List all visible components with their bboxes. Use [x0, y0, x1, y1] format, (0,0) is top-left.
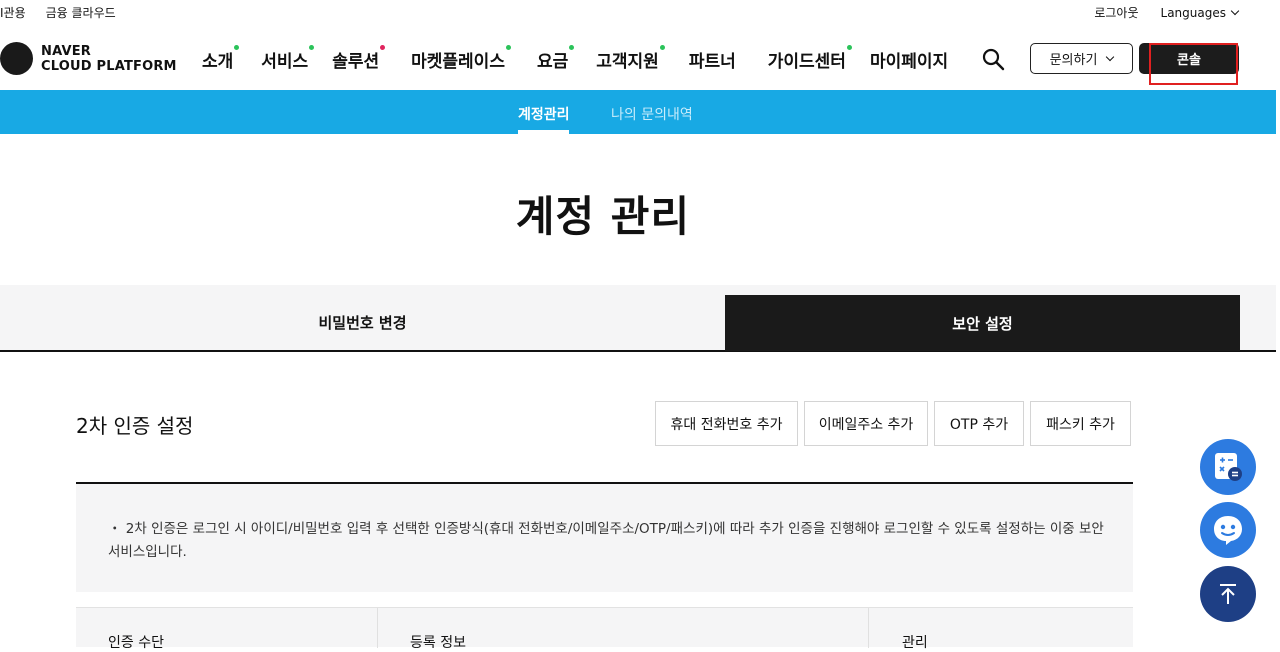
languages-label: Languages: [1160, 5, 1226, 20]
column-divider: [377, 608, 378, 648]
menu-item-label: 마이페이지: [869, 52, 949, 72]
new-dot-icon: [505, 45, 511, 50]
global-nav: NAVER CLOUD PLATFORM 소개 서비스 솔루션 마켓플레이스 요…: [0, 24, 1280, 90]
menu-item-pricing[interactable]: 요금: [536, 45, 575, 72]
inquiry-dropdown-button[interactable]: 문의하기: [1030, 43, 1133, 74]
tab-security-settings[interactable]: 보안 설정: [725, 295, 1240, 351]
chatbot-icon: [1214, 516, 1242, 545]
brand-logo[interactable]: NAVER CLOUD PLATFORM: [0, 42, 177, 75]
main-menu: 소개 서비스 솔루션 마켓플레이스 요금 고객지원 파트너 가이드센터 마이페이…: [202, 45, 948, 72]
menu-item-label: 서비스: [261, 52, 309, 72]
tab-password-change[interactable]: 비밀번호 변경: [0, 295, 725, 350]
column-divider: [868, 608, 869, 648]
logo-line2: CLOUD PLATFORM: [41, 58, 177, 74]
console-button[interactable]: 콘솔: [1139, 43, 1239, 74]
column-manage: 관리: [902, 635, 928, 651]
logo-wordmark: NAVER CLOUD PLATFORM: [41, 44, 177, 74]
menu-item-label: 파트너: [688, 52, 736, 72]
console-label: 콘솔: [1177, 53, 1201, 68]
public-cloud-link[interactable]: I관용: [0, 4, 26, 21]
menu-item-label: 소개: [202, 52, 234, 72]
menu-item-guide[interactable]: 가이드센터: [767, 45, 852, 72]
info-notice: ・ 2차 인증은 로그인 시 아이디/비밀번호 입력 후 선택한 인증방식(휴대…: [76, 482, 1133, 592]
menu-item-label: 요금: [536, 52, 569, 72]
info-text: 2차 인증은 로그인 시 아이디/비밀번호 입력 후 선택한 인증방식(휴대 전…: [108, 521, 1104, 560]
column-auth-method: 인증 수단: [108, 635, 164, 651]
chevron-down-icon: [1230, 6, 1240, 15]
column-registration-info: 등록 정보: [410, 635, 466, 651]
utility-left-links: I관용 금융 클라우드: [0, 4, 116, 21]
menu-item-label: 솔루션: [332, 52, 380, 72]
scroll-to-top-button[interactable]: [1200, 566, 1256, 622]
sub-nav: 계정관리 나의 문의내역: [0, 90, 1276, 134]
logo-line1: NAVER: [41, 43, 92, 59]
languages-dropdown[interactable]: Languages: [1160, 5, 1240, 20]
logout-link[interactable]: 로그아웃: [1094, 4, 1138, 21]
menu-item-label: 가이드센터: [767, 52, 846, 72]
menu-item-partners[interactable]: 파트너: [689, 47, 736, 72]
menu-item-label: 마켓플레이스: [411, 52, 505, 72]
menu-item-label: 고객지원: [596, 52, 659, 72]
logo-mark-icon: [0, 42, 33, 75]
add-passkey-button[interactable]: 패스키 추가: [1030, 401, 1131, 446]
new-dot-icon: [234, 45, 240, 50]
arrow-up-icon: [1220, 584, 1236, 604]
tab-my-inquiries[interactable]: 나의 문의내역: [611, 104, 693, 124]
add-otp-button[interactable]: OTP 추가: [934, 401, 1024, 446]
utility-right-links: 로그아웃 Languages: [1094, 4, 1240, 21]
chevron-down-icon: [1106, 52, 1115, 62]
page-title: 계정 관리: [515, 192, 691, 241]
inquiry-label: 문의하기: [1049, 53, 1098, 68]
menu-item-marketplace[interactable]: 마켓플레이스: [411, 45, 511, 72]
calculator-icon: [1215, 453, 1242, 481]
pricing-calculator-button[interactable]: [1200, 439, 1256, 495]
add-phone-button[interactable]: 휴대 전화번호 추가: [655, 401, 798, 446]
section-title: 2차 인증 설정: [76, 414, 194, 438]
tab-account-management[interactable]: 계정관리: [518, 104, 570, 124]
account-tabs: 비밀번호 변경 보안 설정: [0, 285, 1276, 352]
active-tab-underline: [518, 130, 569, 134]
new-dot-icon: [659, 45, 665, 50]
auth-table-header: 인증 수단 등록 정보 관리: [76, 607, 1133, 651]
finance-cloud-link[interactable]: 금융 클라우드: [46, 4, 116, 21]
menu-item-mypage[interactable]: 마이페이지: [870, 47, 948, 72]
new-dot-icon: [846, 45, 852, 50]
menu-item-solutions[interactable]: 솔루션: [332, 45, 386, 72]
menu-item-services[interactable]: 서비스: [261, 45, 315, 72]
chatbot-button[interactable]: [1200, 502, 1256, 558]
search-icon[interactable]: [981, 47, 1005, 71]
new-dot-icon: [569, 45, 575, 50]
auth-method-buttons: 휴대 전화번호 추가 이메일주소 추가 OTP 추가 패스키 추가: [655, 401, 1131, 446]
add-email-button[interactable]: 이메일주소 추가: [804, 401, 928, 446]
info-text-block: ・ 2차 인증은 로그인 시 아이디/비밀번호 입력 후 선택한 인증방식(휴대…: [108, 518, 1108, 564]
menu-item-intro[interactable]: 소개: [202, 45, 240, 72]
new-dot-icon: [380, 45, 386, 50]
utility-bar: I관용 금융 클라우드 로그아웃 Languages: [0, 0, 1280, 24]
bullet: ・: [108, 521, 122, 537]
new-dot-icon: [309, 45, 315, 50]
menu-item-support[interactable]: 고객지원: [596, 45, 665, 72]
